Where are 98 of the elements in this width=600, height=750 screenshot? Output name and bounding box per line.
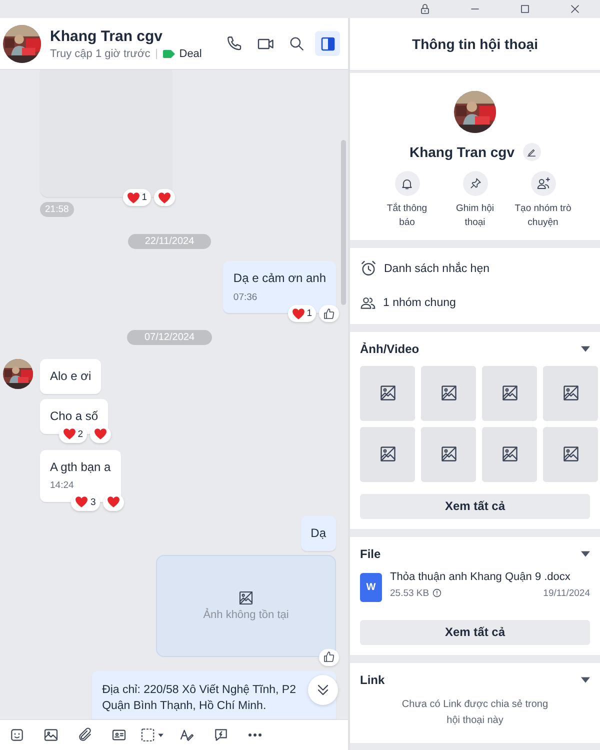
broken-image-icon bbox=[500, 445, 518, 464]
date-separator: 22/11/2024 bbox=[128, 234, 212, 249]
close-icon bbox=[569, 3, 581, 15]
panel-title: Thông tin hội thoại bbox=[350, 18, 600, 71]
date-separator: 07/12/2024 bbox=[127, 330, 212, 346]
message-time: 14:24 bbox=[50, 479, 75, 493]
contact-name: Khang Tran cgv bbox=[50, 28, 164, 44]
reaction-count: 1 bbox=[142, 192, 147, 203]
media-tile[interactable] bbox=[482, 366, 537, 421]
broken-image-icon bbox=[378, 384, 396, 402]
edit-name-button[interactable] bbox=[522, 143, 541, 161]
info-list-item[interactable]: 1 nhóm chung bbox=[360, 286, 590, 320]
profile-name: Khang Tran cgv bbox=[409, 144, 515, 160]
message-text: Dạ e cảm ơn anh bbox=[233, 270, 326, 287]
quick-message-icon bbox=[213, 727, 229, 743]
caret-icon[interactable] bbox=[581, 346, 590, 352]
screenshot-icon bbox=[140, 727, 166, 743]
contact-card-icon bbox=[111, 727, 127, 743]
thumbs-up-icon bbox=[323, 308, 335, 320]
file-name: Thỏa thuận anh Khang Quận 9 .docx bbox=[390, 570, 572, 583]
paperclip-icon bbox=[77, 727, 93, 743]
reaction[interactable] bbox=[154, 189, 175, 206]
pencil-icon bbox=[526, 146, 538, 158]
media-tile[interactable] bbox=[360, 426, 415, 482]
section-title: Link bbox=[360, 672, 385, 687]
reaction[interactable]: 1 bbox=[122, 189, 151, 206]
info-list-item[interactable]: Danh sách nhắc hẹn bbox=[360, 252, 590, 286]
message-time: 21:58 bbox=[40, 202, 74, 217]
heart-icon bbox=[292, 308, 305, 320]
header-action-button[interactable] bbox=[315, 31, 340, 56]
media-tile[interactable] bbox=[482, 426, 537, 482]
broken-image-icon bbox=[440, 384, 458, 402]
reaction[interactable]: 1 bbox=[288, 305, 316, 322]
empty-links-message: Chưa có Link được chia sẻ trong hội thoại này bbox=[400, 698, 550, 728]
section-title: File bbox=[360, 546, 381, 561]
view-all-button[interactable]: Xem tất cả bbox=[360, 620, 590, 645]
caret-icon[interactable] bbox=[581, 550, 590, 557]
phone-icon bbox=[226, 35, 243, 52]
maximize-icon bbox=[519, 3, 531, 15]
message-time: 07:36 bbox=[233, 290, 258, 304]
pin-icon bbox=[468, 177, 482, 190]
lock-icon bbox=[419, 3, 431, 15]
heart-icon bbox=[75, 496, 88, 508]
file-date: 19/11/2024 bbox=[543, 588, 590, 599]
word-file-icon: W bbox=[360, 572, 382, 602]
file-item[interactable]: W Thỏa thuận anh Khang Quận 9 .docx 25.53 KB 19/11/2024 bbox=[360, 570, 590, 602]
media-tile[interactable] bbox=[543, 366, 598, 421]
message-text: Quận Bình Thạnh, Hồ Chí Minh. bbox=[102, 699, 268, 714]
group-icon bbox=[360, 294, 376, 311]
message-text: Địa chỉ: 220/58 Xô Viết Nghệ Tĩnh, P2 bbox=[102, 682, 296, 698]
reaction-count: 2 bbox=[78, 428, 84, 440]
tag-icon bbox=[163, 50, 176, 58]
media-tile[interactable] bbox=[543, 426, 598, 482]
message-text: Cho a số bbox=[50, 408, 98, 425]
info-icon bbox=[432, 588, 442, 598]
contact-tag[interactable]: Deal bbox=[179, 48, 202, 60]
more-icon bbox=[248, 733, 262, 737]
broken-image-icon bbox=[440, 445, 458, 464]
broken-image-icon bbox=[562, 445, 580, 464]
conversation-action[interactable]: Tạo nhóm trò chuyện bbox=[514, 171, 572, 230]
broken-image-icon bbox=[562, 384, 580, 402]
search-icon bbox=[288, 35, 305, 52]
media-tile[interactable] bbox=[421, 366, 476, 421]
reaction-count: 1 bbox=[306, 308, 312, 320]
alarm-clock-icon bbox=[360, 260, 377, 278]
section-title: Ảnh/Video bbox=[360, 342, 420, 356]
heart-icon bbox=[126, 192, 140, 204]
broken-image-icon bbox=[500, 384, 518, 402]
conversation-action[interactable]: Tắt thông báo bbox=[378, 171, 436, 230]
heart-icon bbox=[62, 428, 76, 440]
bell-icon bbox=[400, 176, 414, 190]
broken-image-icon bbox=[378, 445, 396, 464]
heart-icon bbox=[94, 428, 108, 440]
scrollbar-thumb[interactable] bbox=[341, 140, 346, 305]
reaction-count: 3 bbox=[90, 496, 96, 508]
reaction[interactable] bbox=[90, 426, 112, 443]
caret-icon[interactable] bbox=[581, 676, 590, 683]
message-text: Alo e ơi bbox=[50, 368, 92, 385]
like-reaction[interactable] bbox=[319, 305, 339, 322]
message-text: A gth bạn a bbox=[50, 458, 111, 476]
message-text: Dạ bbox=[310, 524, 326, 542]
file-size: 25.53 KB bbox=[390, 588, 430, 599]
view-all-button[interactable]: Xem tất cả bbox=[360, 494, 590, 519]
thumbs-up-icon bbox=[323, 651, 335, 664]
heart-icon bbox=[106, 496, 120, 508]
side-panel-icon bbox=[320, 36, 336, 52]
like-reaction[interactable] bbox=[319, 648, 339, 666]
sticker-icon bbox=[9, 727, 25, 743]
media-tile[interactable] bbox=[421, 426, 476, 482]
heart-icon bbox=[158, 192, 171, 204]
image-icon bbox=[43, 727, 59, 743]
media-tile[interactable] bbox=[360, 366, 415, 421]
group-add-icon bbox=[536, 176, 550, 191]
conversation-action[interactable]: Ghim hội thoại bbox=[446, 171, 504, 230]
broken-image-icon bbox=[238, 590, 254, 606]
last-seen-status: Truy cập 1 giờ trước bbox=[50, 48, 150, 60]
text-format-icon bbox=[179, 727, 195, 743]
missing-image-text: Ảnh không tồn tại bbox=[203, 609, 289, 622]
